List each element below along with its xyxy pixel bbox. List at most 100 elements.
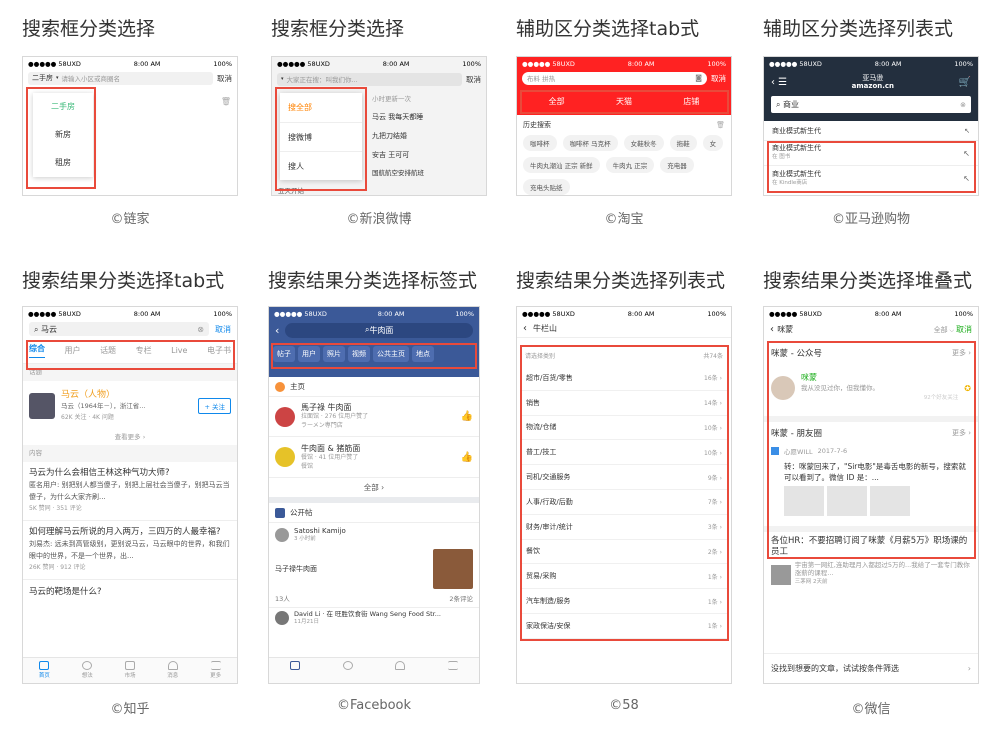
public-post[interactable]: David Li · 在 旺胜饮食街 Wang Seng Food Str...… [269, 607, 479, 628]
tab-market[interactable]: 市场 [109, 658, 152, 683]
search-input[interactable]: 布料 拼热 ◙ [522, 71, 707, 85]
search-icon: ⌕ [776, 100, 784, 109]
result-line[interactable]: 安吉 王可可 [372, 146, 486, 165]
filter-dropdown[interactable]: 全部 [934, 326, 948, 334]
cart-icon[interactable]: 🛒 [959, 77, 971, 88]
tab-home[interactable]: 首页 [23, 658, 66, 683]
history-chip[interactable]: 女 [702, 135, 724, 151]
page-result[interactable]: 馬子祿 牛肉面 拉面馆 · 276 位用户赞了 ラーメン専門店 👍 [269, 397, 479, 437]
tab-ideas[interactable]: 想法 [66, 658, 109, 683]
search-header: ‹ 牛栏山 [517, 320, 731, 338]
feed-icon [290, 661, 301, 670]
cancel-button[interactable]: 取消 [215, 324, 231, 335]
camera-icon[interactable]: ◙ [695, 74, 702, 82]
history-chip[interactable]: 女鞋秋冬 [623, 135, 664, 151]
post-image[interactable] [433, 549, 473, 589]
category-selector[interactable]: 二手房 [32, 73, 53, 83]
tab-notifications[interactable] [374, 658, 427, 683]
back-arrow-icon[interactable]: ‹ ☰ [771, 77, 787, 88]
tab-friends[interactable] [322, 658, 375, 683]
cancel-button[interactable]: 取消 [711, 73, 726, 84]
follow-button[interactable]: + 关注 [198, 398, 231, 414]
clock: 8:00 AM [627, 309, 655, 318]
see-all-link[interactable]: 全部 › [269, 477, 479, 497]
search-query[interactable]: 咪蒙 [777, 325, 793, 334]
carrier: ●●●●● 58UXD [769, 59, 822, 68]
tab-label: 更多 [210, 673, 222, 679]
search-header: ‹ 咪蒙 全部 ⌵ 取消 [764, 320, 978, 338]
post-meta: 26K 赞同 · 912 评论 [29, 564, 86, 571]
back-arrow-icon[interactable]: ‹ [275, 324, 279, 337]
clock: 8:00 AM [874, 59, 902, 68]
section-title: 搜索框分类选择 [271, 18, 405, 40]
back-arrow-icon[interactable]: ‹ [523, 323, 527, 334]
see-all-label: 全部 [363, 483, 379, 492]
cancel-button[interactable]: 取消 [956, 325, 972, 334]
list-item[interactable]: 如何理解马云所说的月入两万，三四万的人最幸福? 刘易杰: 远未到高管级别，更别说… [23, 521, 237, 580]
search-input[interactable]: ⌕ 马云 ⊗ [29, 322, 209, 336]
credit: ©亚马逊购物 [831, 212, 910, 227]
carrier: ●●●●● 58UXD [28, 309, 81, 318]
history-chip[interactable]: 咖啡杯 [523, 135, 557, 151]
status-bar: ●●●●● 58UXD 8:00 AM 100% [764, 307, 978, 320]
history-chip[interactable]: 牛肉丸 正宗 [605, 157, 655, 173]
history-chip[interactable]: 拖鞋 [669, 135, 697, 151]
topic-card[interactable]: 马云（人物） 马云（1964年－），浙江省... 62K 关注 · 4K 问题 … [23, 381, 237, 431]
comment-count[interactable]: 2条评论 [449, 593, 473, 603]
post-title[interactable]: 马云的靶场是什么? [23, 580, 237, 602]
search-input[interactable]: ⌕ 牛肉面 [285, 322, 473, 338]
flag-icon [275, 381, 285, 392]
view-more-link[interactable]: 查看更多 › [23, 431, 237, 445]
amazon-logo[interactable]: 亚马逊 amazon.cn [852, 74, 894, 90]
search-input[interactable]: ⌕ 商业 ⊗ [771, 96, 971, 113]
cancel-button[interactable]: 取消 [466, 74, 481, 85]
history-chip[interactable]: 充电头贴纸 [523, 179, 570, 195]
battery: 100% [954, 59, 973, 68]
tab-feed[interactable] [269, 658, 322, 683]
history-chip[interactable]: 牛肉丸潮汕 正宗 新鲜 [523, 157, 600, 173]
search-query[interactable]: 牛栏山 [533, 323, 557, 334]
search-query: 牛肉面 [369, 325, 394, 335]
clear-icon[interactable]: ⊗ [197, 325, 204, 334]
search-input[interactable]: ▾ 大家正在搜：叫我们你... [277, 72, 462, 86]
page-result[interactable]: 牛肉面 & 猪筋面 餐馆 · 41 位用户赞了 餐馆 👍 [269, 437, 479, 477]
carrier: ●●●●● 58UXD [522, 309, 575, 318]
arrow-upleft-icon[interactable]: ↖ [964, 127, 970, 135]
section-title: 辅助区分类选择tab式 [516, 18, 700, 40]
history-chip[interactable]: 充电器 [660, 157, 694, 173]
bottom-tab-bar: 首页 想法 市场 消息 更多 [23, 657, 237, 683]
post-action: 在 旺胜饮食街 Wang Seng Food Str... [326, 610, 441, 618]
like-icon[interactable]: 👍 [461, 411, 473, 422]
carrier: ●●●●● 58UXD [28, 59, 81, 68]
tab-menu[interactable] [427, 658, 480, 683]
history-chip[interactable]: 咖啡杯 马克杯 [562, 135, 618, 151]
article-thumb [771, 564, 791, 585]
page-title: 馬子祿 牛肉面 [301, 403, 352, 412]
like-icon[interactable]: 👍 [461, 452, 473, 463]
search-input[interactable]: 二手房 ▾ 请输入小区或商圈名 [28, 71, 213, 85]
phone-screenshot: ●●●●● 58UXD 8:00 AM 100% ▾ 大家正在搜：叫我们你... 取… [271, 56, 487, 196]
tab-more[interactable]: 更多 [194, 658, 237, 683]
clock: 8:00 AM [133, 309, 161, 318]
clear-icon[interactable]: ⊗ [960, 101, 966, 109]
result-line[interactable]: 国航航空安排航班 [372, 165, 486, 182]
highlight-frame [271, 343, 477, 369]
caret-down-icon[interactable]: ▾ [281, 76, 284, 82]
history-title: 历史搜索 [523, 121, 551, 129]
credit: ©知乎 [110, 702, 150, 717]
result-line[interactable]: 九把刀结婚 [372, 127, 486, 146]
filter-hint[interactable]: 没找到想要的文章，试试按条件筛选 › [764, 653, 978, 683]
article-body: 宇宙第一网红,连助理月入都超过5万的...我给了一套专门教你涨薪的课程... [794, 561, 970, 577]
cancel-button[interactable]: 取消 [217, 73, 232, 84]
carrier: ●●●●● 58UXD [769, 309, 822, 318]
list-item[interactable]: 马云为什么会相信王林这种气功大师? 匿名用户: 别把别人都当傻子，别把上层社会当… [23, 462, 237, 521]
trash-icon[interactable]: 🗑 [221, 97, 231, 106]
trash-icon[interactable]: 🗑 [716, 121, 725, 129]
post-time: 3 小时前 [294, 536, 316, 542]
reaction-count[interactable]: 13人 [275, 593, 290, 603]
suggestion-row[interactable]: 商业模式新生代 ↖ [764, 121, 978, 141]
result-line[interactable]: 马云 我每天都睡 [372, 108, 486, 127]
section-title: 搜索结果分类选择堆叠式 [763, 270, 973, 292]
tab-messages[interactable]: 消息 [151, 658, 194, 683]
public-post[interactable]: Satoshi Kamijo 3 小时前 马子禄牛肉面 13人 2条评论 [269, 523, 479, 607]
